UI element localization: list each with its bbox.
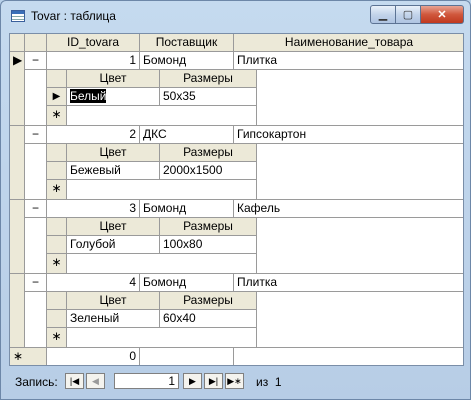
subgrid-indent bbox=[25, 218, 47, 274]
cell-id[interactable]: 1 bbox=[47, 52, 140, 70]
new-record-button[interactable]: ▶∗ bbox=[225, 373, 244, 389]
current-record-field[interactable]: 1 bbox=[114, 373, 179, 389]
record-selector[interactable] bbox=[10, 274, 25, 348]
cell-name[interactable]: Плитка bbox=[234, 52, 463, 70]
sub-cell-color[interactable]: Зеленый bbox=[67, 310, 160, 328]
sub-cell-color-text: Белый bbox=[70, 89, 107, 103]
new-record-selector[interactable]: ∗ bbox=[10, 348, 47, 365]
record-selector[interactable] bbox=[10, 200, 25, 274]
record-selector[interactable] bbox=[10, 126, 25, 200]
sub-column-header-size[interactable]: Размеры bbox=[160, 70, 257, 88]
cell-supplier[interactable]: Бомонд bbox=[140, 52, 234, 70]
column-header-name[interactable]: Наименование_товара bbox=[234, 34, 463, 52]
maximize-button[interactable]: ▢ bbox=[396, 5, 421, 24]
sub-cell-size[interactable]: 2000x1500 bbox=[160, 162, 257, 180]
sub-corner bbox=[47, 144, 67, 162]
subgrid-margin bbox=[257, 218, 463, 274]
corner-selector[interactable] bbox=[10, 34, 25, 52]
sub-cell-color[interactable]: Бежевый bbox=[67, 162, 160, 180]
sub-new-row[interactable] bbox=[67, 106, 257, 126]
expander-header bbox=[25, 34, 47, 52]
sub-record-selector[interactable] bbox=[47, 162, 67, 180]
sub-record-selector[interactable]: ▶ bbox=[47, 88, 67, 106]
sub-column-header-color[interactable]: Цвет bbox=[67, 144, 160, 162]
new-row-supplier[interactable] bbox=[140, 348, 234, 365]
sub-new-record-selector[interactable]: ∗ bbox=[47, 254, 67, 274]
caption-buttons: ▁ ▢ ✕ bbox=[370, 5, 464, 24]
new-row-name[interactable] bbox=[234, 348, 463, 365]
column-header-id[interactable]: ID_tovara bbox=[47, 34, 140, 52]
sub-new-row[interactable] bbox=[67, 254, 257, 274]
subgrid-margin bbox=[257, 70, 463, 126]
sub-record-selector[interactable] bbox=[47, 236, 67, 254]
sub-corner bbox=[47, 218, 67, 236]
sub-new-row[interactable] bbox=[67, 180, 257, 200]
sub-cell-size[interactable]: 60x40 bbox=[160, 310, 257, 328]
of-label: из bbox=[256, 375, 269, 389]
sub-column-header-color[interactable]: Цвет bbox=[67, 292, 160, 310]
sub-column-header-size[interactable]: Размеры bbox=[160, 218, 257, 236]
sub-new-record-selector[interactable]: ∗ bbox=[47, 180, 67, 200]
sub-new-row[interactable] bbox=[67, 328, 257, 348]
expander-toggle[interactable]: − bbox=[25, 52, 47, 70]
table-window: Tovar : таблица ▁ ▢ ✕ ID_tovara Поставщи… bbox=[0, 0, 471, 400]
total-count: 1 bbox=[274, 375, 282, 389]
subgrid-indent bbox=[25, 70, 47, 126]
cell-supplier[interactable]: Бомонд bbox=[140, 200, 234, 218]
expander-toggle[interactable]: − bbox=[25, 126, 47, 144]
close-button[interactable]: ✕ bbox=[421, 5, 464, 24]
cell-name[interactable]: Кафель bbox=[234, 200, 463, 218]
window-title: Tovar : таблица bbox=[31, 9, 116, 23]
expander-toggle[interactable]: − bbox=[25, 200, 47, 218]
sub-corner bbox=[47, 70, 67, 88]
cell-name[interactable]: Плитка bbox=[234, 274, 463, 292]
record-total: из 1 bbox=[256, 375, 282, 389]
minimize-button[interactable]: ▁ bbox=[370, 5, 396, 24]
cell-supplier[interactable]: Бомонд bbox=[140, 274, 234, 292]
cell-name[interactable]: Гипсокартон bbox=[234, 126, 463, 144]
datasheet-grid: ID_tovara Поставщик Наименование_товара … bbox=[9, 33, 464, 366]
sub-cell-color[interactable]: Голубой bbox=[67, 236, 160, 254]
first-record-button[interactable]: |◀ bbox=[65, 373, 84, 389]
record-navigator: Запись: |◀ ◀ 1 ▶ ▶| ▶∗ из 1 bbox=[9, 370, 464, 392]
cell-id[interactable]: 4 bbox=[47, 274, 140, 292]
sub-record-selector[interactable] bbox=[47, 310, 67, 328]
subgrid-indent bbox=[25, 292, 47, 348]
sub-cell-size[interactable]: 50x35 bbox=[160, 88, 257, 106]
cell-id[interactable]: 2 bbox=[47, 126, 140, 144]
column-header-supplier[interactable]: Поставщик bbox=[140, 34, 234, 52]
sub-cell-size[interactable]: 100x80 bbox=[160, 236, 257, 254]
expander-toggle[interactable]: − bbox=[25, 274, 47, 292]
sub-column-header-color[interactable]: Цвет bbox=[67, 218, 160, 236]
new-row-id[interactable]: 0 bbox=[47, 348, 140, 365]
previous-record-button[interactable]: ◀ bbox=[86, 373, 105, 389]
subgrid-margin bbox=[257, 144, 463, 200]
sub-new-record-selector[interactable]: ∗ bbox=[47, 328, 67, 348]
sub-cell-color[interactable]: Белый bbox=[67, 88, 160, 106]
sub-new-record-selector[interactable]: ∗ bbox=[47, 106, 67, 126]
record-selector[interactable]: ▶ bbox=[10, 52, 25, 126]
cell-supplier[interactable]: ДКС bbox=[140, 126, 234, 144]
title-bar[interactable]: Tovar : таблица ▁ ▢ ✕ bbox=[1, 1, 470, 31]
last-record-button[interactable]: ▶| bbox=[204, 373, 223, 389]
record-label: Запись: bbox=[15, 375, 58, 389]
table-icon bbox=[11, 10, 25, 22]
next-record-button[interactable]: ▶ bbox=[183, 373, 202, 389]
sub-corner bbox=[47, 292, 67, 310]
sub-column-header-color[interactable]: Цвет bbox=[67, 70, 160, 88]
subgrid-margin bbox=[257, 292, 463, 348]
sub-column-header-size[interactable]: Размеры bbox=[160, 292, 257, 310]
cell-id[interactable]: 3 bbox=[47, 200, 140, 218]
subgrid-indent bbox=[25, 144, 47, 200]
sub-column-header-size[interactable]: Размеры bbox=[160, 144, 257, 162]
